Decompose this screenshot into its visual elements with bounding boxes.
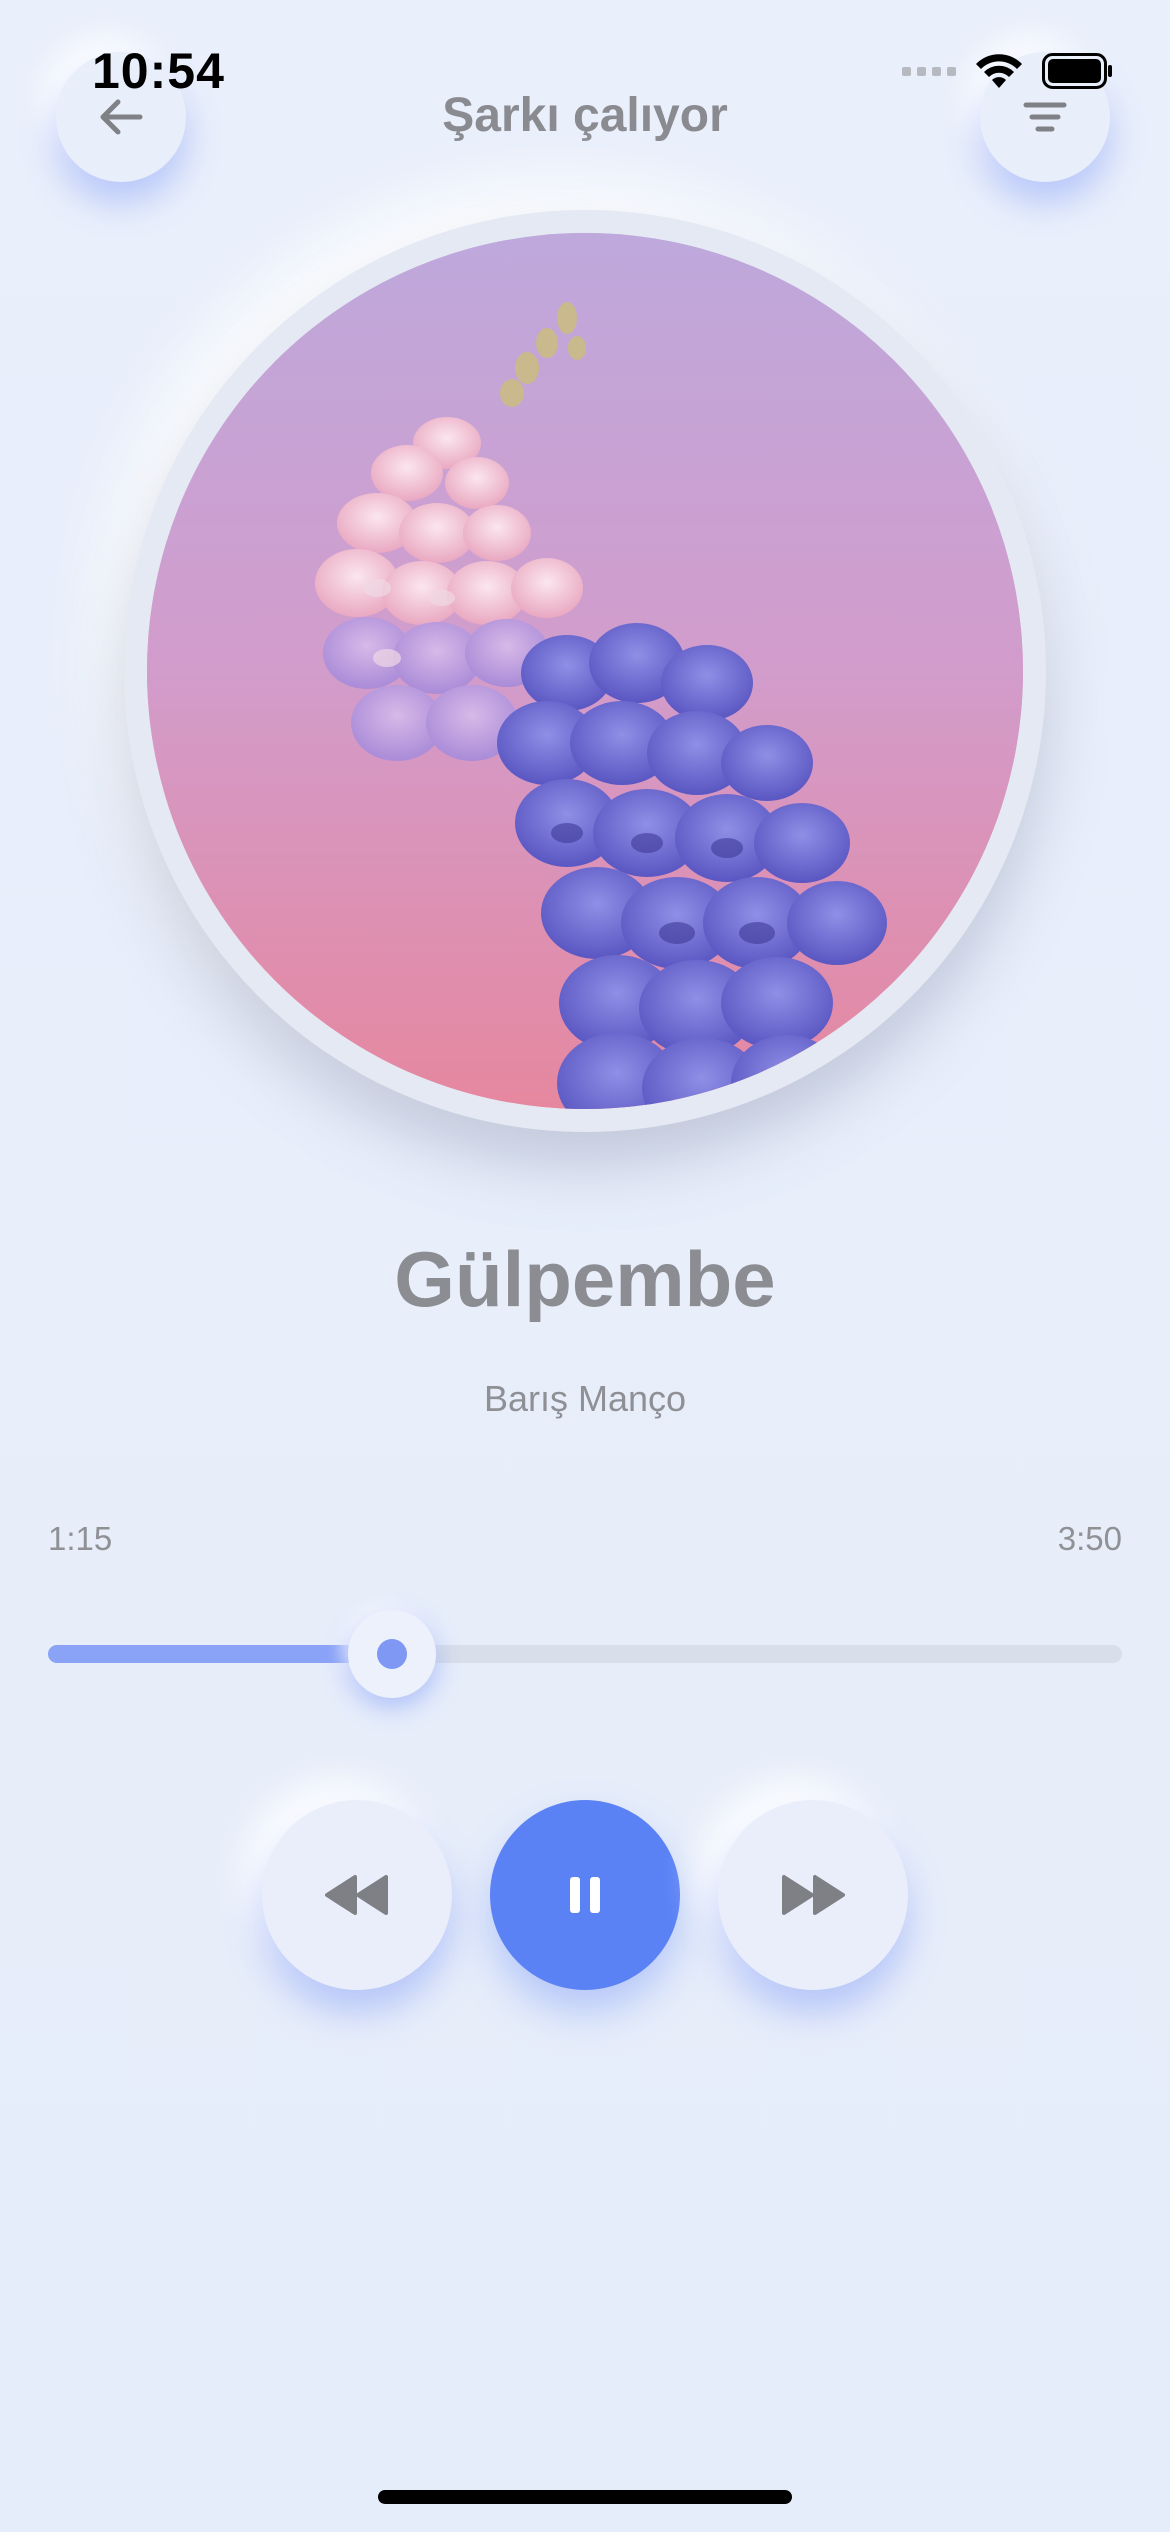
progress-thumb-dot bbox=[376, 1639, 407, 1669]
rewind-button[interactable] bbox=[262, 1800, 452, 1990]
fast-forward-button[interactable] bbox=[718, 1800, 908, 1990]
status-time: 10:54 bbox=[92, 43, 225, 99]
wifi-icon bbox=[976, 54, 1022, 88]
now-playing-screen: 10:54 Şarkı çalıyor Gülpembe Barış Manço… bbox=[0, 0, 1170, 2532]
progress-thumb[interactable] bbox=[347, 1610, 436, 1698]
total-duration: 3:50 bbox=[1057, 1520, 1122, 1557]
song-artist: Barış Manço bbox=[483, 1378, 687, 1419]
album-art-flower-illustration bbox=[147, 233, 1023, 1109]
fast-forward-icon bbox=[782, 1875, 845, 1915]
pause-icon bbox=[570, 1877, 600, 1913]
elapsed-time: 1:15 bbox=[48, 1520, 113, 1557]
menu-lines-icon bbox=[1023, 102, 1067, 132]
cellular-signal-icon bbox=[902, 66, 956, 76]
song-title: Gülpembe bbox=[394, 1235, 776, 1323]
rewind-icon bbox=[325, 1875, 388, 1915]
pause-button[interactable] bbox=[490, 1800, 680, 1990]
battery-icon bbox=[1042, 53, 1112, 89]
home-indicator bbox=[378, 2490, 792, 2504]
album-art bbox=[147, 233, 1023, 1109]
progress-track[interactable] bbox=[48, 1645, 1122, 1663]
progress-fill bbox=[48, 1645, 392, 1663]
status-icons bbox=[902, 52, 1114, 90]
